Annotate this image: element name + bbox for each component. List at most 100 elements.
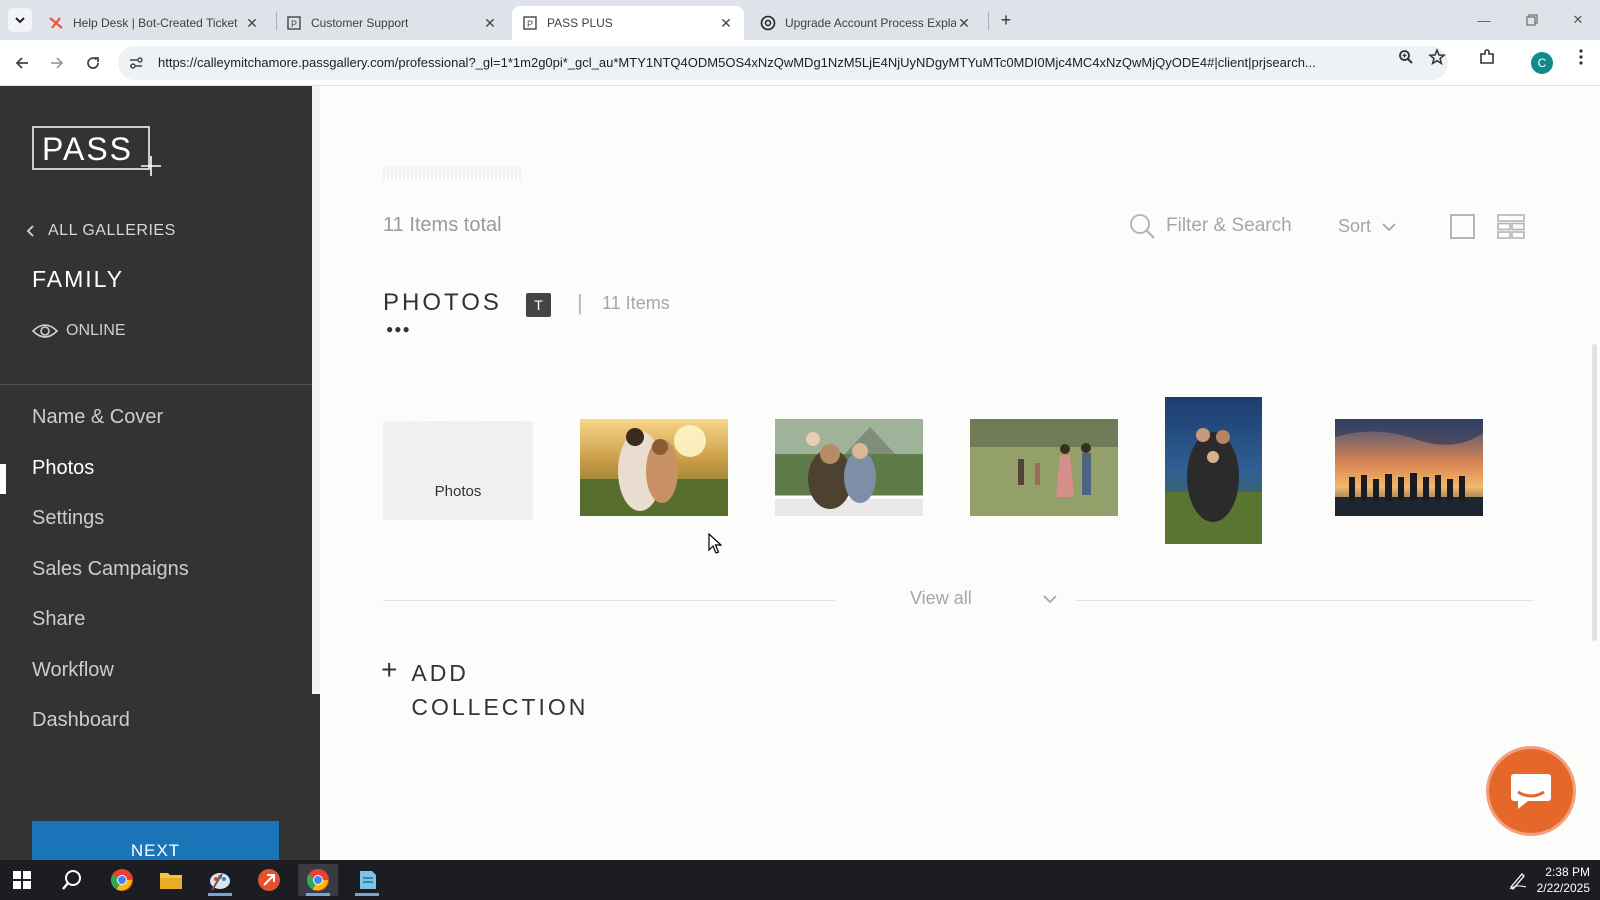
- system-clock[interactable]: 2:38 PM 2/22/2025: [1528, 864, 1590, 896]
- minimize-icon[interactable]: ―: [1472, 8, 1496, 32]
- collection-item-count: 11 Items: [602, 293, 670, 313]
- view-all-divider-right: [1075, 600, 1534, 601]
- windows-start-icon[interactable]: [2, 864, 42, 896]
- photo-thumbnail[interactable]: [1165, 397, 1262, 544]
- sort-dropdown[interactable]: Sort: [1338, 216, 1397, 237]
- sidebar-item-name-cover[interactable]: Name & Cover: [32, 406, 163, 429]
- sidebar-scrollbar-thumb[interactable]: [312, 86, 320, 694]
- filter-search-label: Filter & Search: [1166, 215, 1292, 236]
- view-all-button[interactable]: View all: [910, 588, 1058, 609]
- browser-toolbar: https://calleymitchamore.passgallery.com…: [0, 40, 1600, 86]
- remote-app-icon[interactable]: [249, 864, 289, 896]
- svg-text:P: P: [291, 19, 297, 29]
- next-button[interactable]: NEXT: [32, 821, 279, 863]
- grid-view-icon[interactable]: [1497, 214, 1525, 239]
- add-collection-label: ADD COLLECTION: [411, 660, 589, 720]
- restore-icon[interactable]: [1520, 8, 1544, 32]
- add-collection-button[interactable]: + ADD COLLECTION: [381, 656, 611, 724]
- single-view-icon[interactable]: [1450, 214, 1475, 239]
- main-scrollbar-thumb[interactable]: [1592, 344, 1597, 641]
- close-icon[interactable]: ✕: [956, 15, 972, 31]
- chrome-active-icon[interactable]: [298, 864, 338, 896]
- photo-thumbnail[interactable]: [970, 419, 1118, 516]
- close-icon[interactable]: ✕: [482, 15, 498, 31]
- sort-label: Sort: [1338, 216, 1372, 236]
- tab-title: Customer Support: [311, 16, 409, 30]
- search-icon: [1130, 214, 1155, 239]
- zendesk-icon: [48, 15, 64, 31]
- pass-icon: P: [522, 15, 538, 31]
- profile-avatar[interactable]: C: [1531, 52, 1553, 74]
- tab-separator: [988, 12, 989, 30]
- tab-title: PASS PLUS: [547, 16, 613, 30]
- mouse-cursor-icon: [708, 533, 722, 554]
- sidebar-item-photos[interactable]: Photos: [32, 457, 94, 480]
- sidebar-item-sales-campaigns[interactable]: Sales Campaigns: [32, 558, 189, 581]
- sidebar-item-workflow[interactable]: Workflow: [32, 659, 114, 682]
- pass-logo[interactable]: PASS: [32, 126, 162, 178]
- reload-icon[interactable]: [81, 51, 105, 75]
- gallery-status[interactable]: ONLINE: [32, 322, 126, 340]
- sidebar-item-share[interactable]: Share: [32, 608, 85, 631]
- tab-title: Upgrade Account Process Expla: [785, 16, 956, 30]
- sidebar-item-settings[interactable]: Settings: [32, 507, 104, 530]
- pen-menu-icon[interactable]: [1508, 870, 1528, 890]
- site-info-icon[interactable]: [128, 55, 144, 71]
- notepad-app-icon[interactable]: [347, 864, 387, 896]
- tab-upgrade-account[interactable]: Upgrade Account Process Expla ✕: [750, 6, 982, 40]
- all-galleries-label: ALL GALLERIES: [48, 222, 176, 239]
- tab-title: Help Desk | Bot-Created Ticket: [73, 16, 238, 30]
- url-text: https://calleymitchamore.passgallery.com…: [158, 55, 1316, 70]
- chrome-icon[interactable]: [102, 864, 142, 896]
- more-vertical-icon[interactable]: [1572, 48, 1590, 66]
- taskbar-running-indicator: [208, 893, 232, 896]
- chat-icon: [1511, 774, 1551, 809]
- zoom-icon[interactable]: [1397, 48, 1415, 66]
- eye-icon: [32, 324, 58, 338]
- chevron-down-icon: [1043, 594, 1057, 603]
- bookmark-star-icon[interactable]: [1428, 48, 1446, 66]
- extensions-icon[interactable]: [1478, 48, 1496, 66]
- collection-type-badge: T: [526, 293, 551, 317]
- photo-thumbnail[interactable]: [1335, 419, 1483, 516]
- tab-help-desk[interactable]: Help Desk | Bot-Created Ticket ✕: [38, 6, 270, 40]
- sidebar-divider: [0, 384, 312, 385]
- tab-search-button[interactable]: [8, 8, 32, 32]
- filter-search-button[interactable]: Filter & Search: [1128, 212, 1292, 240]
- sidebar-item-dashboard[interactable]: Dashboard: [32, 709, 130, 732]
- pass-icon: P: [286, 15, 302, 31]
- paint-app-icon[interactable]: [200, 864, 240, 896]
- tab-customer-support[interactable]: P Customer Support ✕: [276, 6, 508, 40]
- openai-icon: [760, 15, 776, 31]
- clock-date: 2/22/2025: [1536, 881, 1590, 895]
- forward-arrow-icon[interactable]: [45, 51, 69, 75]
- view-all-label: View all: [910, 588, 972, 608]
- close-window-icon[interactable]: ✕: [1566, 8, 1590, 32]
- close-icon[interactable]: ✕: [718, 15, 734, 31]
- collection-title: PHOTOS: [383, 289, 502, 316]
- all-galleries-link[interactable]: ALL GALLERIES: [24, 222, 176, 240]
- taskbar-running-indicator: [355, 893, 379, 896]
- file-explorer-icon[interactable]: [151, 864, 191, 896]
- clock-time: 2:38 PM: [1545, 865, 1590, 879]
- address-bar[interactable]: https://calleymitchamore.passgallery.com…: [118, 46, 1448, 80]
- loading-placeholder: [383, 166, 523, 180]
- taskbar-search-icon[interactable]: [52, 864, 92, 896]
- svg-text:P: P: [527, 19, 533, 29]
- photo-thumbnail[interactable]: [775, 419, 923, 516]
- photo-thumbnail[interactable]: [580, 419, 728, 516]
- chevron-down-icon: [1382, 222, 1396, 231]
- placeholder-label: Photos: [434, 483, 482, 500]
- gallery-sidebar: PASS ALL GALLERIES FAMILY ONLINE Name & …: [0, 86, 312, 863]
- back-arrow-icon[interactable]: [10, 51, 34, 75]
- chevron-down-icon: [15, 17, 25, 24]
- items-total-label: 11 Items total: [383, 214, 502, 236]
- taskbar-running-indicator: [306, 893, 330, 896]
- tab-pass-plus[interactable]: P PASS PLUS ✕: [512, 6, 744, 40]
- collection-cover-placeholder[interactable]: Photos: [383, 421, 533, 520]
- new-tab-button[interactable]: +: [996, 10, 1016, 30]
- chat-support-button[interactable]: [1486, 746, 1576, 836]
- close-icon[interactable]: ✕: [244, 15, 260, 31]
- photos-main-panel: 11 Items total Filter & Search Sort PHOT…: [320, 86, 1600, 860]
- collection-options-icon[interactable]: ●●●: [386, 322, 411, 336]
